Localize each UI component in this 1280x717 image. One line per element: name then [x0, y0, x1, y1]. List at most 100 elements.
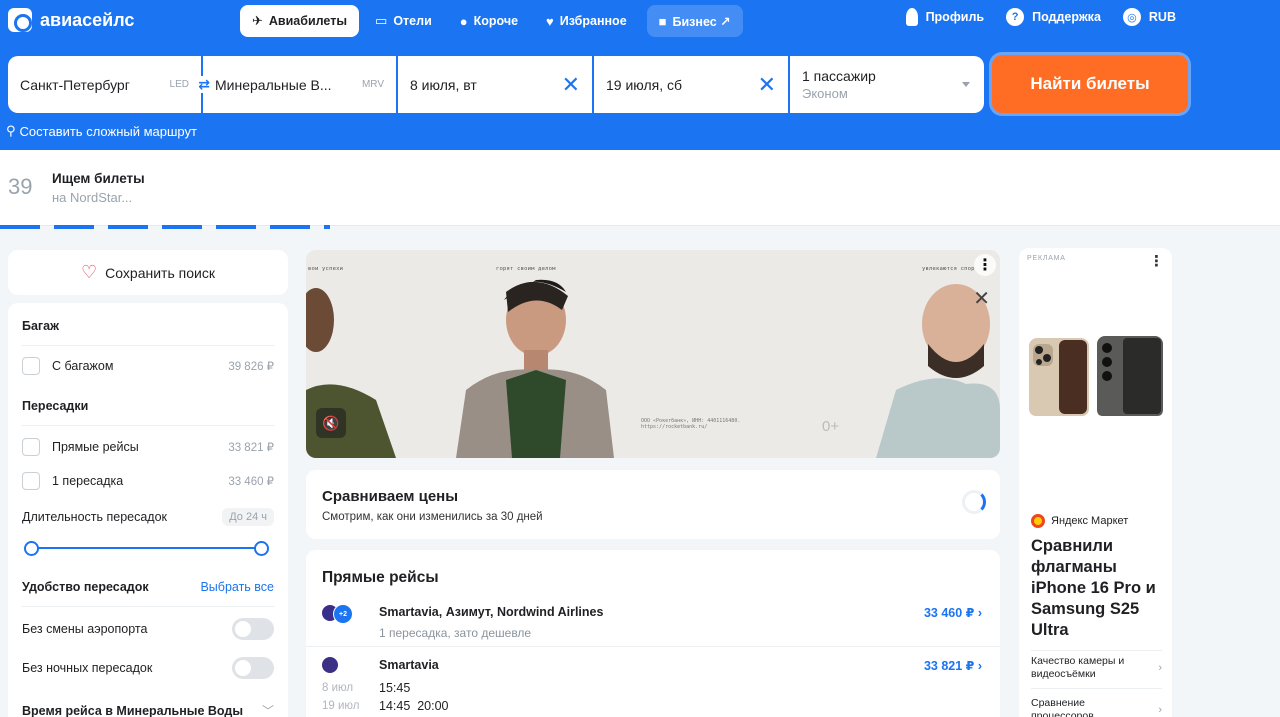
- filter-no-night[interactable]: Без ночных пересадок: [22, 657, 274, 679]
- filter-label: 1 пересадка: [52, 474, 124, 488]
- profile-label: Профиль: [925, 10, 985, 24]
- filter-price: 33 821 ₽: [228, 442, 274, 454]
- pin-icon: ●: [459, 13, 468, 29]
- profile-link[interactable]: Профиль: [905, 8, 985, 26]
- divider: [1031, 650, 1162, 651]
- duration-badge: До 24 ч: [222, 508, 274, 526]
- filter-direct[interactable]: Прямые рейсы 33 821 ₽: [22, 438, 274, 456]
- filter-price: 39 826 ₽: [228, 361, 274, 373]
- ad-link[interactable]: Сравнение процессоров ›: [1031, 697, 1162, 717]
- logo[interactable]: авиасейлс: [8, 8, 134, 32]
- support-link[interactable]: ? Поддержка: [1006, 8, 1101, 26]
- divider: [22, 345, 274, 346]
- cabin-class-value: Эконом: [802, 86, 848, 101]
- filters-panel: Багаж С багажом 39 826 ₽ Пересадки Прямы…: [8, 303, 288, 717]
- found-count: 39: [8, 174, 33, 199]
- passengers-value: 1 пассажир: [802, 68, 876, 84]
- banner-person-center: [456, 279, 614, 458]
- date-there-value: 8 июля, вт: [410, 76, 477, 93]
- banner-legal-text: ООО «Рокетбанк», ИНН: 4401116480. https:…: [641, 418, 741, 430]
- duration-slider-track[interactable]: [32, 547, 264, 549]
- save-search-label: Сохранить поиск: [105, 264, 215, 281]
- chevron-right-icon: ›: [1158, 661, 1162, 674]
- tab-flights[interactable]: ✈ Авиабилеты: [240, 5, 360, 37]
- checkbox[interactable]: [22, 472, 40, 490]
- tab-hotels[interactable]: ▭ Отели: [363, 5, 444, 37]
- complex-route-link[interactable]: ⚲ Составить сложный маршрут: [6, 123, 197, 139]
- currency-selector[interactable]: ◎ RUB: [1122, 8, 1176, 26]
- flight-time: 14:45 20:00: [379, 699, 449, 713]
- duration-label: Длительность пересадок: [22, 510, 168, 524]
- airline-name: Smartavia: [379, 658, 439, 672]
- tab-short[interactable]: ● Короче: [448, 5, 530, 37]
- offer-price[interactable]: 33 460 ₽ ›: [924, 605, 982, 620]
- toggle[interactable]: [232, 657, 274, 679]
- phone-image: [1097, 336, 1163, 416]
- date-there-field[interactable]: 8 июля, вт ✕: [398, 56, 592, 113]
- heart-outline-icon: ♡: [81, 262, 98, 282]
- support-label: Поддержка: [1032, 10, 1101, 24]
- video-banner[interactable]: вои успехи горят своим делом увлекаются …: [306, 250, 1000, 458]
- direct-flights-title: Прямые рейсы: [322, 569, 439, 586]
- date-back-field[interactable]: 19 июля, сб ✕: [594, 56, 788, 113]
- banner-caption: вои успехи: [308, 266, 344, 272]
- clear-date-there-icon[interactable]: ✕: [562, 72, 580, 98]
- briefcase-icon: ■: [658, 13, 667, 29]
- mute-button[interactable]: 🔇: [316, 408, 346, 438]
- user-icon: [905, 8, 918, 26]
- filter-label: Прямые рейсы: [52, 440, 139, 454]
- airline-logo-icon: [322, 604, 353, 624]
- search-status: 39 Ищем билеты на NordStar...: [0, 150, 1280, 226]
- baggage-heading: Багаж: [22, 319, 59, 333]
- search-progress-bar: [0, 225, 330, 229]
- tab-favorites[interactable]: ♥ Избранное: [534, 5, 639, 37]
- comfort-heading: Удобство пересадок: [22, 580, 149, 594]
- offer-price[interactable]: 33 821 ₽ ›: [924, 658, 982, 673]
- compare-prices-card[interactable]: Сравниваем цены Смотрим, как они изменил…: [306, 470, 1000, 539]
- chevron-down-icon: [962, 82, 970, 87]
- flight-time-section[interactable]: Время рейса в Минеральные Воды ﹀: [22, 702, 274, 717]
- filter-label: Без смены аэропорта: [22, 622, 148, 636]
- offer-note: 1 пересадка, зато дешевле: [379, 626, 532, 640]
- save-search-button[interactable]: ♡ Сохранить поиск: [8, 250, 288, 295]
- select-all-link[interactable]: Выбрать все: [200, 580, 274, 594]
- ad-card[interactable]: РЕКЛАМА ⋮ Яндекс Маркет Сравнили флагман…: [1019, 248, 1172, 717]
- direct-flights-card: Прямые рейсы Smartavia, Азимут, Nordwind…: [306, 550, 1000, 717]
- currency-label: RUB: [1148, 10, 1176, 24]
- filter-no-airport-change[interactable]: Без смены аэропорта: [22, 618, 274, 640]
- checkbox[interactable]: [22, 438, 40, 456]
- filter-with-baggage[interactable]: С багажом 39 826 ₽: [22, 357, 274, 375]
- more-options-icon[interactable]: ⋮: [974, 254, 996, 276]
- tab-label: Избранное: [559, 14, 627, 28]
- slider-handle-min[interactable]: [24, 541, 39, 556]
- toggle[interactable]: [232, 618, 274, 640]
- transfers-heading: Пересадки: [22, 399, 89, 413]
- filter-price: 33 460 ₽: [228, 476, 274, 488]
- header: авиасейлс ✈ Авиабилеты ▭ Отели ● Короче …: [0, 0, 1280, 150]
- ad-link-label: Качество камеры и видеосъёмки: [1031, 655, 1125, 680]
- date-back-value: 19 июля, сб: [606, 76, 683, 93]
- origin-field[interactable]: Санкт-Петербург LED ⇄: [8, 56, 210, 113]
- plane-icon: ✈: [252, 13, 263, 28]
- clear-date-back-icon[interactable]: ✕: [758, 72, 776, 98]
- question-icon: ?: [1006, 8, 1025, 26]
- tab-business[interactable]: ■ Бизнес ↗: [646, 5, 743, 37]
- bed-icon: ▭: [375, 13, 388, 28]
- ad-label: РЕКЛАМА: [1027, 255, 1066, 262]
- slider-handle-max[interactable]: [254, 541, 269, 556]
- chevron-down-icon: ﹀: [261, 704, 274, 717]
- swap-icon[interactable]: ⇄: [198, 76, 210, 93]
- destination-field[interactable]: Минеральные В... MRV: [203, 56, 396, 113]
- checkbox[interactable]: [22, 357, 40, 375]
- ad-link-label: Сравнение процессоров: [1031, 697, 1094, 717]
- complex-route-label: Составить сложный маршрут: [19, 123, 197, 139]
- heart-icon: ♥: [546, 13, 554, 29]
- main-nav: ✈ Авиабилеты ▭ Отели ● Короче ♥ Избранно…: [240, 5, 743, 37]
- find-tickets-button[interactable]: Найти билеты: [992, 55, 1188, 113]
- ad-link[interactable]: Качество камеры и видеосъёмки ›: [1031, 655, 1162, 681]
- more-options-icon[interactable]: ⋮: [1149, 252, 1164, 270]
- flight-time: 15:45: [379, 681, 411, 695]
- filter-one-transfer[interactable]: 1 пересадка 33 460 ₽: [22, 472, 274, 490]
- passengers-field[interactable]: 1 пассажир Эконом: [790, 56, 984, 113]
- close-icon[interactable]: ✕: [973, 286, 990, 311]
